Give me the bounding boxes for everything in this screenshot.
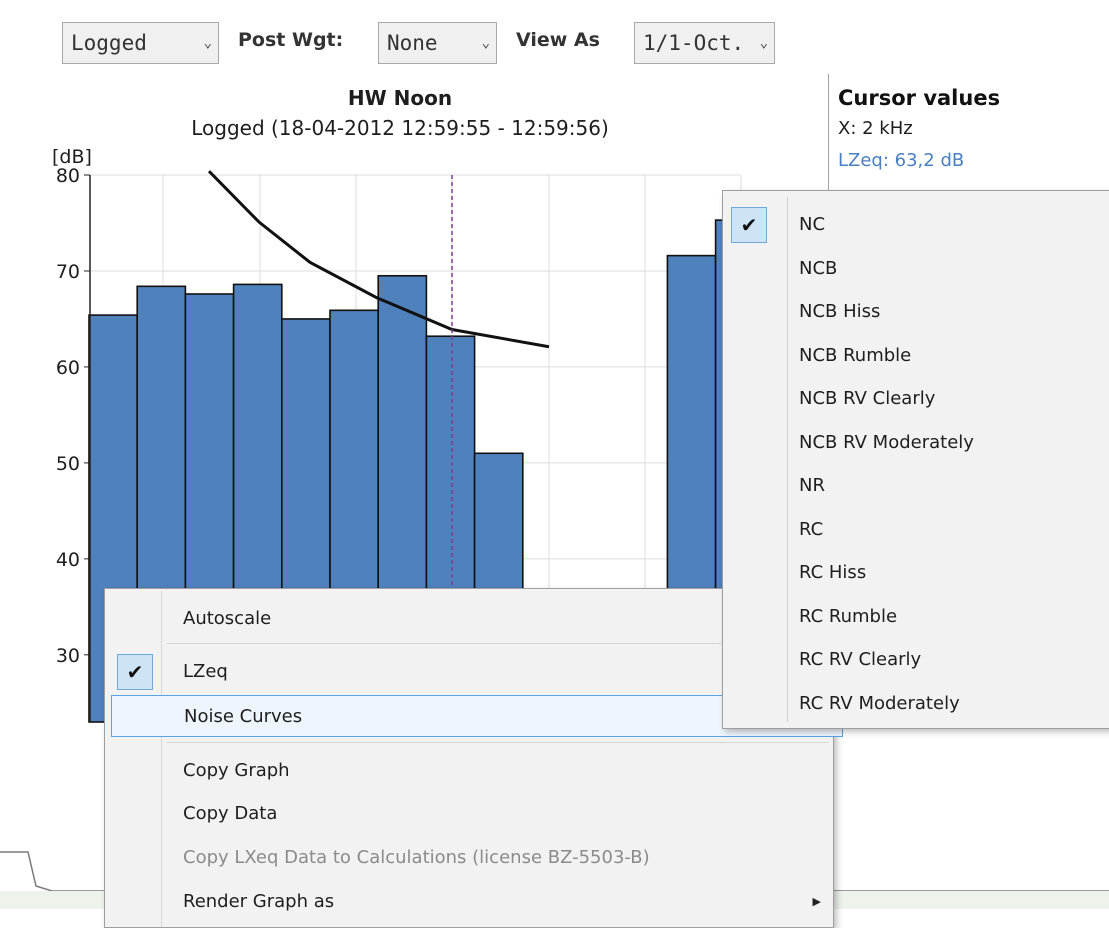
- noise-curve-item-nr[interactable]: NR: [723, 464, 1109, 507]
- menu-item-noise-curves-label: Noise Curves: [184, 706, 303, 727]
- noise-curve-item-rc[interactable]: RC: [723, 508, 1109, 551]
- noise-curve-item-rc-hiss[interactable]: RC Hiss: [723, 551, 1109, 594]
- y-tick-label: 50: [56, 453, 80, 475]
- noise-curve-item-label: NCB RV Moderately: [799, 431, 974, 453]
- noise-curve-item-ncb[interactable]: NCB: [723, 247, 1109, 290]
- noise-curve-item-label: NCB Rumble: [799, 344, 912, 366]
- noise-curve-item-label: NC: [799, 214, 826, 235]
- noise-curve-item-ncb-rv-moderately[interactable]: NCB RV Moderately: [723, 421, 1109, 464]
- noise-curve-item-label: NR: [799, 475, 825, 496]
- menu-separator: [167, 742, 829, 743]
- cursor-values-title: Cursor values: [838, 86, 1001, 110]
- y-tick-label: 60: [56, 357, 80, 379]
- cursor-lzeq-value: LZeq: 63,2 dB: [838, 150, 965, 171]
- noise-curve-item-label: NCB RV Clearly: [799, 388, 936, 409]
- noise-curves-submenu: ✔ NC NCB NCB Hiss NCB Rumble NCB RV Clearly NC…: [722, 190, 1109, 729]
- noise-curve-item-ncb-hiss[interactable]: NCB Hiss: [723, 290, 1109, 333]
- menu-item-autoscale-label: Autoscale: [183, 608, 272, 629]
- menu-item-render-graph[interactable]: Render Graph as ▶: [105, 881, 833, 923]
- menu-item-copy-graph[interactable]: Copy Graph: [105, 750, 833, 792]
- submenu-arrow-icon: ▶: [812, 895, 821, 908]
- noise-curve-item-label: RC Hiss: [799, 562, 867, 583]
- noise-curve-item-label: RC Rumble: [799, 605, 898, 627]
- noise-curve-item-label: NCB: [799, 257, 838, 279]
- menu-item-lzeq-label: LZeq: [183, 661, 228, 682]
- noise-curve-item-rc-rv-moderately[interactable]: RC RV Moderately: [723, 682, 1109, 725]
- noise-curve-item-rc-rumble[interactable]: RC Rumble: [723, 595, 1109, 638]
- noise-curve-item-label: RC RV Moderately: [799, 692, 960, 714]
- noise-curve-item-label: RC RV Clearly: [799, 649, 922, 670]
- y-tick-label: 80: [56, 165, 80, 187]
- menu-item-copy-data-label: Copy Data: [183, 803, 278, 824]
- menu-item-copy-graph-label: Copy Graph: [183, 760, 290, 781]
- noise-curve-item-ncb-rv-clearly[interactable]: NCB RV Clearly: [723, 377, 1109, 420]
- noise-curve-item-rc-rv-clearly[interactable]: RC RV Clearly: [723, 638, 1109, 681]
- noise-curve-item-ncb-rumble[interactable]: NCB Rumble: [723, 334, 1109, 377]
- y-tick-label: 40: [56, 549, 80, 571]
- menu-item-copy-data[interactable]: Copy Data: [105, 793, 833, 835]
- noise-curve-item-label: NCB Hiss: [799, 301, 881, 322]
- noise-curve-item-nc[interactable]: ✔ NC: [723, 203, 1109, 246]
- noise-curve-item-label: RC: [799, 518, 824, 540]
- check-icon: ✔: [731, 207, 767, 243]
- cursor-x-value: X: 2 kHz: [838, 118, 913, 139]
- y-tick-label: 70: [56, 261, 80, 283]
- check-icon: ✔: [117, 654, 153, 690]
- menu-item-copy-lxeq-label: Copy LXeq Data to Calculations (license …: [183, 847, 650, 868]
- menu-item-copy-lxeq[interactable]: Copy LXeq Data to Calculations (license …: [105, 837, 833, 879]
- y-tick-label: 30: [56, 645, 80, 667]
